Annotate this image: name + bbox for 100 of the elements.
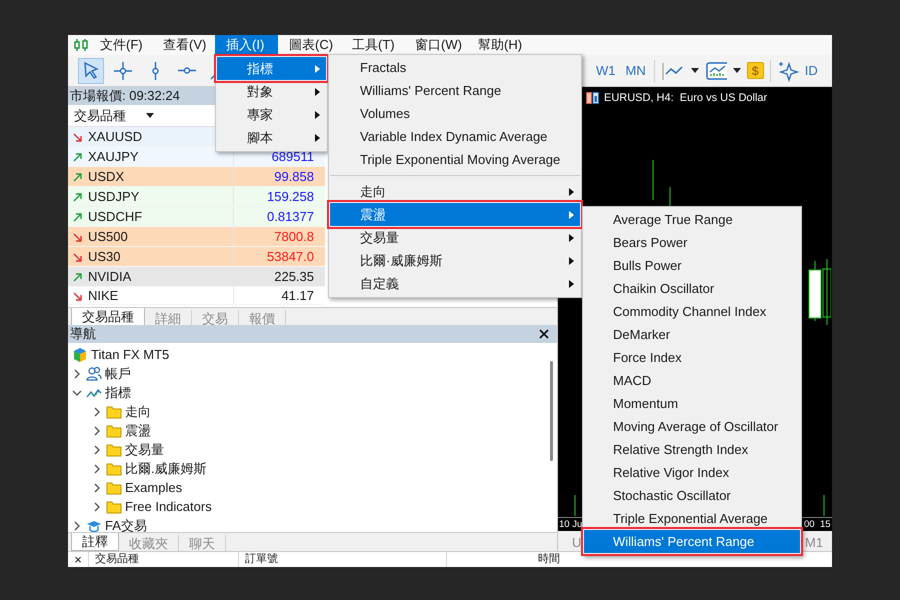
menu-item[interactable]: Momentum	[584, 392, 800, 415]
chevron-icon[interactable]	[92, 482, 102, 492]
menu-item[interactable]: Bulls Power	[584, 254, 800, 277]
menu-item[interactable]: Stochastic Oscillator	[584, 484, 800, 507]
menu-item[interactable]: 腳本	[217, 126, 326, 149]
menu-item[interactable]: Moving Average of Oscillator	[584, 415, 800, 438]
crosshair-icon	[112, 60, 134, 82]
close-button[interactable]: ×	[68, 553, 88, 566]
folder-icon	[106, 442, 122, 458]
menu-item[interactable]: Williams' Percent Range	[330, 79, 580, 102]
symbol-cell-text: NIKE	[88, 286, 118, 305]
tab[interactable]: 交易品種	[71, 308, 145, 326]
column-header[interactable]: 訂單號	[238, 552, 446, 567]
column-header[interactable]: 交易品種	[88, 552, 238, 567]
chevron-icon[interactable]	[92, 502, 102, 512]
line-chart-icon[interactable]	[660, 61, 685, 80]
menu-item[interactable]: 插入(I)	[215, 35, 278, 55]
chevron-icon[interactable]	[72, 388, 82, 398]
chevron-icon[interactable]	[92, 406, 102, 416]
quote-row[interactable]: USDJPY 159.258	[68, 187, 325, 207]
dollar-button[interactable]: $	[746, 62, 764, 79]
menu-item[interactable]: Relative Vigor Index	[584, 461, 800, 484]
dropdown-caret-icon[interactable]	[146, 113, 154, 118]
menu-item[interactable]: 幫助(H)	[467, 35, 530, 55]
chevron-icon[interactable]	[72, 368, 82, 378]
scrollbar-thumb[interactable]	[550, 361, 552, 461]
quote-row[interactable]: US30 53847.0	[68, 247, 325, 267]
quote-row[interactable]: NVIDIA 225.35	[68, 267, 325, 287]
menu-item[interactable]: 對象	[217, 80, 326, 103]
menu-item[interactable]: Commodity Channel Index	[584, 300, 800, 323]
price-cell-text: 0.81377	[267, 208, 314, 226]
menu-item[interactable]: Relative Strength Index	[584, 438, 800, 461]
menu-item[interactable]: Variable Index Dynamic Average	[330, 125, 580, 148]
tree-item[interactable]: 走向	[125, 402, 151, 422]
sparkle-icon[interactable]	[776, 60, 799, 82]
chart-title: EURUSD, H4: Euro vs US Dollar	[604, 90, 768, 106]
menu-item[interactable]: 交易量	[330, 226, 580, 249]
chart-window-icon[interactable]	[704, 60, 727, 80]
quote-row[interactable]: USDX 99.858	[68, 167, 325, 187]
menu-item[interactable]: 查看(V)	[152, 35, 215, 55]
tree-item[interactable]: Titan FX MT5	[91, 344, 170, 364]
price-cell-text: 53847.0	[267, 248, 314, 266]
folder-icon	[106, 480, 122, 496]
caret-icon[interactable]	[732, 68, 741, 74]
menu-item[interactable]: Triple Exponential Average	[584, 507, 800, 530]
menu-item[interactable]: Force Index	[584, 346, 800, 369]
menu-item[interactable]: 窗口(W)	[404, 35, 467, 55]
menu-item[interactable]: 走向	[330, 180, 580, 203]
menu-item[interactable]: Bears Power	[584, 231, 800, 254]
folder-icon	[106, 460, 122, 476]
menu-item[interactable]: 自定義	[330, 272, 580, 295]
chart-window-icon	[586, 92, 599, 104]
column-header[interactable]: 交易品種	[74, 106, 126, 126]
tree-item[interactable]: Examples	[125, 478, 182, 498]
chevron-icon[interactable]	[92, 444, 102, 454]
horizontal-line-icon	[177, 67, 197, 74]
menu-item[interactable]: 比爾·威廉姆斯	[330, 249, 580, 272]
tool-button[interactable]	[78, 58, 104, 84]
quote-row[interactable]: US500 7800.8	[68, 227, 325, 247]
menu-item[interactable]: Volumes	[330, 102, 580, 125]
menu-item[interactable]: Triple Exponential Moving Average	[330, 148, 580, 171]
close-icon[interactable]	[539, 329, 549, 339]
menu-item[interactable]: 震盪	[330, 203, 580, 226]
quote-row[interactable]: NIKE 41.17	[68, 287, 325, 305]
tree-item[interactable]: 交易量	[125, 440, 164, 460]
menu-item[interactable]: Williams' Percent Range	[584, 530, 800, 553]
chevron-icon[interactable]	[92, 464, 102, 474]
menu-item[interactable]: DeMarker	[584, 323, 800, 346]
chevron-icon[interactable]	[92, 426, 102, 436]
price-cell-text: 7800.8	[274, 228, 314, 246]
symbol-cell-text: US500	[88, 228, 128, 246]
tree-item[interactable]: 帳戶	[105, 364, 131, 384]
tree-item[interactable]: 比爾.威廉姆斯	[125, 458, 207, 478]
menu-item[interactable]: Fractals	[330, 56, 580, 79]
menu-item[interactable]: 指標	[217, 57, 326, 80]
tree-item[interactable]: FA交易	[105, 516, 147, 536]
period-button[interactable]: MN	[624, 60, 648, 80]
folder-icon	[106, 422, 122, 438]
period-button[interactable]: W1	[594, 60, 618, 80]
axis-label: 00	[804, 518, 815, 531]
axis-label: 15	[820, 518, 831, 531]
column-header[interactable]: 時間	[446, 552, 566, 567]
quote-row[interactable]: USDCHF 0.81377	[68, 207, 325, 227]
menu-item[interactable]: Average True Range	[584, 208, 800, 231]
symbol-cell-text: USDJPY	[88, 188, 140, 206]
menu-item[interactable]: Chaikin Oscillator	[584, 277, 800, 300]
vertical-line-icon	[152, 60, 158, 80]
tab[interactable]: 註釋	[71, 533, 119, 551]
menu-item[interactable]: 專家	[217, 103, 326, 126]
tree-item[interactable]: 指標	[105, 382, 131, 402]
tree-item[interactable]: Free Indicators	[125, 496, 212, 516]
menu-item[interactable]: MACD	[584, 369, 800, 392]
menu-item[interactable]: 文件(F)	[89, 35, 152, 55]
menu-item[interactable]: 工具(T)	[341, 35, 404, 55]
chevron-icon[interactable]	[72, 520, 82, 530]
menu-item[interactable]: 圖表(C)	[278, 35, 341, 55]
caret-icon[interactable]	[690, 68, 699, 74]
symbol-cell-text: XAUJPY	[88, 148, 139, 166]
toolbar-label[interactable]: ID	[804, 60, 818, 80]
tree-item[interactable]: 震盪	[125, 420, 151, 440]
